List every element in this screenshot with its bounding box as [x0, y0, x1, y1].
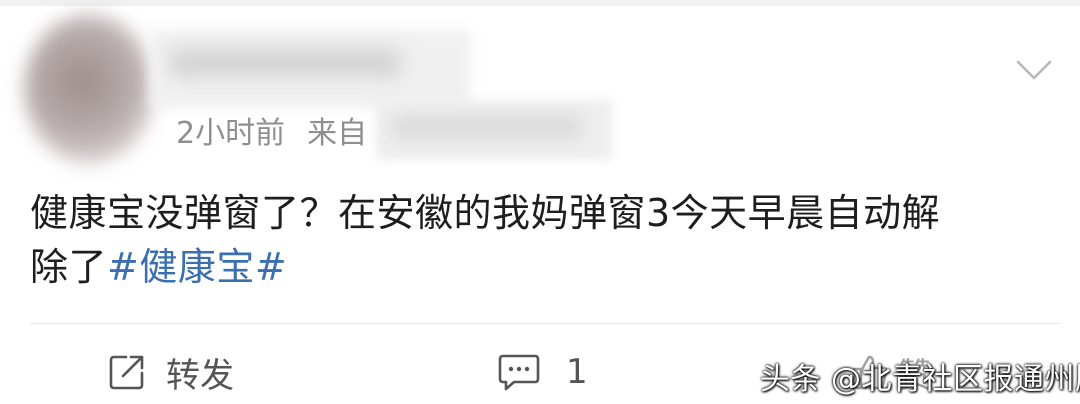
- post-time: 2小时前: [176, 116, 286, 151]
- source-redacted-text: [392, 116, 582, 138]
- repost-icon: [109, 355, 144, 390]
- repost-button[interactable]: 转发: [108, 350, 234, 396]
- repost-label: 转发: [166, 355, 234, 396]
- comment-icon: [498, 354, 540, 391]
- comment-button[interactable]: 1: [498, 350, 588, 394]
- watermark: 头条 @北青社区报通州版: [760, 362, 1080, 397]
- chevron-down-icon[interactable]: [1016, 58, 1052, 82]
- post-meta: 2小时前 来自: [176, 114, 367, 154]
- hashtag-link[interactable]: #健康宝#: [107, 245, 287, 289]
- post-text-line-2-plain: 除了: [30, 245, 108, 289]
- avatar[interactable]: [24, 14, 154, 164]
- post-content: 健康宝没弹窗了？在安徽的我妈弹窗3今天早晨自动解 除了#健康宝#: [30, 186, 1060, 294]
- comment-count: 1: [566, 352, 588, 392]
- post-text-line-1: 健康宝没弹窗了？在安徽的我妈弹窗3今天早晨自动解: [30, 191, 941, 235]
- username-redacted-text: [170, 50, 400, 76]
- top-separator: [0, 0, 1080, 6]
- divider: [30, 323, 1060, 324]
- post-text-line-2: 除了#健康宝#: [30, 240, 1060, 294]
- post-source-label: 来自: [307, 116, 368, 151]
